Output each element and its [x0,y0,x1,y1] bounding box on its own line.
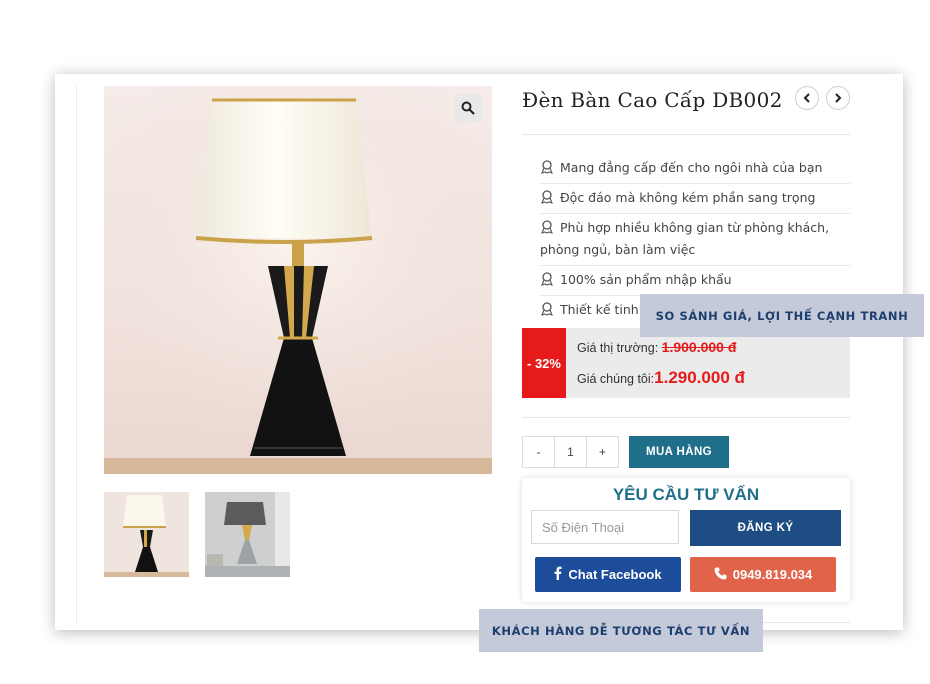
search-icon[interactable] [454,94,482,122]
old-price: 1.900.000 đ [661,339,737,355]
decrement-button[interactable]: - [523,437,554,467]
thumbnail-1[interactable] [104,492,189,577]
consult-title: YÊU CẦU TƯ VẤN [612,485,760,504]
phone-icon [714,567,727,583]
consult-form: YÊU CẦU TƯ VẤN ĐĂNG KÝ Chat Facebook 094… [522,478,850,602]
sale-price: 1.290.000 đ [654,368,745,387]
price-box: - 32% Giá thị trường: 1.900.000 đ Giá ch… [522,328,850,398]
list-item: Mang đẳng cấp đến cho ngôi nhà của bạn [540,154,850,184]
award-icon [540,301,556,316]
award-icon [540,271,556,286]
thumbnail-2[interactable] [205,492,290,577]
award-icon [540,189,556,204]
chevron-left-icon[interactable] [795,86,819,110]
product-title: Đèn Bàn Cao Cấp DB002 [522,88,783,112]
facebook-icon [554,566,562,583]
buy-button[interactable]: MUA HÀNG [629,436,729,468]
divider [522,134,850,135]
list-item: Độc đáo mà không kém phần sang trọng [540,184,850,214]
quantity-stepper[interactable]: - 1 + [522,436,619,468]
list-item: Phù hợp nhiều không gian từ phòng khách,… [540,214,850,266]
call-button[interactable]: 0949.819.034 [690,557,836,592]
market-price: Giá thị trường: 1.900.000 đ [577,339,737,355]
chat-facebook-button[interactable]: Chat Facebook [535,557,681,592]
quantity-value[interactable]: 1 [554,437,587,467]
divider [76,86,77,624]
our-price: Giá chúng tôi:1.290.000 đ [577,368,745,387]
register-button[interactable]: ĐĂNG KÝ [690,510,841,546]
interaction-callout: KHÁCH HÀNG DỄ TƯƠNG TÁC TƯ VẤN [479,609,763,652]
price-compare-callout: SO SÁNH GIÁ, LỢI THẾ CẠNH TRANH [640,294,924,337]
divider [522,417,850,418]
list-item: 100% sản phẩm nhập khẩu [540,266,850,296]
discount-badge: - 32% [522,328,566,398]
product-main-image[interactable] [104,86,492,474]
chevron-right-icon[interactable] [826,86,850,110]
award-icon [540,159,556,174]
award-icon [540,219,556,234]
phone-input[interactable] [531,510,679,544]
increment-button[interactable]: + [587,437,618,467]
